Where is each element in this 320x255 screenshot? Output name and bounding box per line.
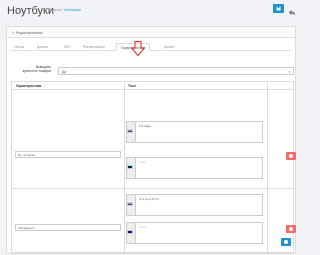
annotation-arrow <box>131 41 145 56</box>
multiplicity-label-line2: кратность товаров <box>22 69 51 73</box>
panel-heading-label: Редактирование <box>15 31 43 35</box>
multiplicity-select[interactable]: Да ▾ <box>58 67 294 75</box>
text-ru-textarea[interactable]: 2-6 ядер <box>135 121 263 143</box>
tab-recommendations[interactable]: Рекомендации <box>83 43 105 51</box>
text-ru-textarea[interactable]: от 2 до 4.5 Ггц <box>135 194 263 216</box>
tab-data[interactable]: Данные <box>37 43 49 51</box>
remove-row-button[interactable] <box>286 152 296 160</box>
uk-flag-icon <box>127 165 133 169</box>
page-title: Ноутбуки <box>7 5 54 17</box>
remove-row-button[interactable] <box>286 225 296 233</box>
divider <box>12 89 293 90</box>
column-header-text: Текст <box>128 84 137 88</box>
save-icon <box>276 6 281 11</box>
characteristics-table: Характеристика Текст No. of Cores 2-6 яд… <box>11 81 296 253</box>
back-button[interactable] <box>287 4 296 16</box>
save-button[interactable] <box>273 4 284 13</box>
reply-icon <box>288 9 296 16</box>
multiplicity-select-value: Да <box>62 69 67 74</box>
text-en-textarea[interactable]: Текст <box>135 222 263 244</box>
breadcrumb-home[interactable]: Главная <box>48 8 61 12</box>
divider <box>12 252 293 253</box>
chevron-down-icon: ▾ <box>288 70 290 74</box>
tab-design[interactable]: Дизайн <box>164 43 175 51</box>
multiplicity-label: Выводить кратность товаров <box>11 65 51 73</box>
panel-heading: ✎ Редактирование <box>7 27 295 38</box>
ru-flag-icon <box>127 202 133 206</box>
divider <box>12 188 293 189</box>
tab-seo[interactable]: SEO <box>64 43 71 51</box>
breadcrumb-categories[interactable]: Категории <box>64 8 80 12</box>
divider <box>267 82 268 252</box>
tab-general[interactable]: Общие <box>14 43 24 51</box>
characteristic-name-input[interactable]: Clockspeed <box>15 224 121 231</box>
text-en-textarea[interactable]: Текст <box>135 157 263 179</box>
add-row-button[interactable] <box>281 238 291 246</box>
divider <box>124 82 125 252</box>
ru-flag-icon <box>127 129 133 133</box>
uk-flag-icon <box>127 230 133 234</box>
tab-bar: Общие Данные SEO Рекомендации Характерис… <box>11 43 291 52</box>
breadcrumb: Главная › Категории <box>48 8 81 12</box>
edit-panel: ✎ Редактирование Общие Данные SEO Рекоме… <box>6 26 296 254</box>
characteristic-name-input[interactable]: No. of Cores <box>15 151 121 158</box>
column-header-characteristic: Характеристика <box>16 84 42 88</box>
